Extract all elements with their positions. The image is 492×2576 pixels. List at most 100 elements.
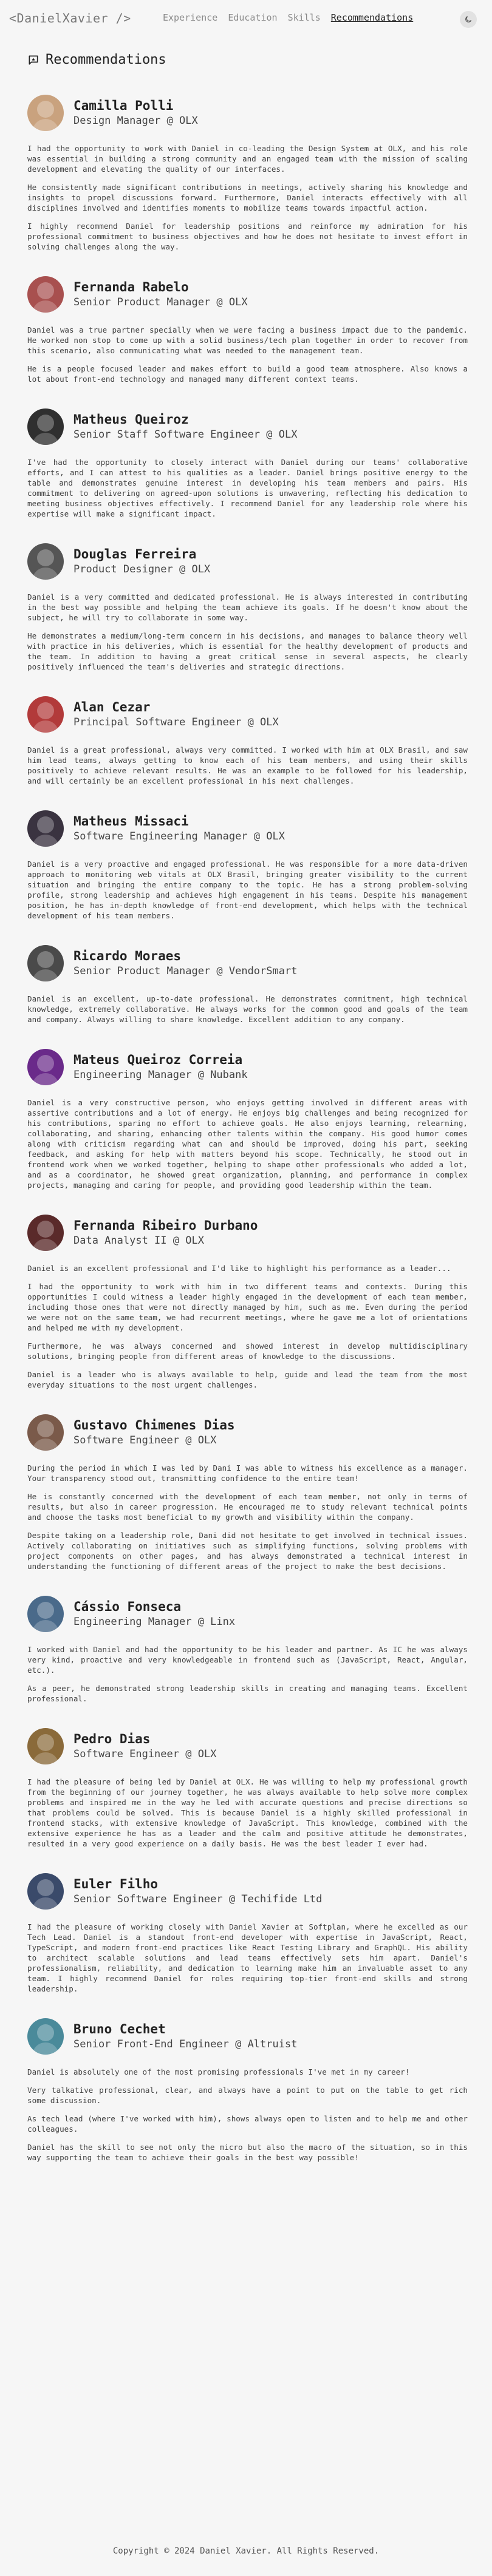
recommender-info: Douglas Ferreira Product Designer @ OLX [73, 546, 210, 577]
recommendation-header: Fernanda Ribeiro Durbano Data Analyst II … [27, 1211, 468, 1255]
recommendation-text: Very talkative professional, clear, and … [27, 2086, 468, 2105]
nav-recommendations[interactable]: Recommendations [331, 12, 413, 23]
recommendation-card: Camilla Polli Design Manager @ OLX I had t… [27, 91, 468, 252]
avatar [27, 543, 64, 580]
recommender-info: Matheus Missaci Software Engineering Mana… [73, 813, 285, 844]
recommender-role: Principal Software Engineer @ OLX [73, 716, 279, 728]
recommendation-text: I had the pleasure of being led by Danie… [27, 1777, 468, 1848]
recommender-role: Data Analyst II @ OLX [73, 1235, 204, 1247]
recommender-info: Fernanda Ribeiro Durbano Data Analyst II … [73, 1218, 258, 1248]
recommender-info: Camilla Polli Design Manager @ OLX [73, 98, 198, 128]
recommendation-text: I worked with Daniel and had the opportu… [27, 1645, 468, 1675]
avatar [27, 696, 64, 733]
main-nav: Experience Education Skills Recommendati… [163, 12, 413, 23]
recommendation-card: Matheus Missaci Software Engineering Mana… [27, 807, 468, 921]
recommender-info: Cássio Fonseca Engineering Manager @ Linx [73, 1599, 235, 1629]
avatar [27, 1414, 64, 1451]
recommender-name: Alan Cezar [73, 700, 151, 714]
recommendation-header: Camilla Polli Design Manager @ OLX [27, 91, 468, 135]
recommender-name: Gustavo Chimenes Dias [73, 1418, 235, 1432]
recommendation-header: Bruno Cechet Senior Front-End Engineer @ … [27, 2015, 468, 2058]
avatar [27, 408, 64, 445]
recommendation-text: Daniel is a very committed and dedicated… [27, 592, 468, 622]
avatar [27, 2018, 64, 2055]
recommendation-text: As tech lead (where I've worked with him… [27, 2114, 468, 2134]
recommendation-card: Ricardo Moraes Senior Product Manager @ V… [27, 941, 468, 1025]
recommender-name: Pedro Dias [73, 1732, 151, 1746]
recommendation-text: Daniel has the skill to see not only the… [27, 2143, 468, 2162]
recommendation-text: He consistently made significant contrib… [27, 183, 468, 212]
recommender-role: Design Manager @ OLX [73, 115, 198, 127]
avatar [27, 1215, 64, 1251]
recommender-role: Engineering Manager @ Nubank [73, 1069, 248, 1081]
recommender-role: Senior Product Manager @ OLX [73, 296, 248, 308]
recommendation-text: Daniel was a true partner specially when… [27, 325, 468, 355]
recommendation-text: I highly recommend Daniel for leadership… [27, 222, 468, 251]
avatar [27, 945, 64, 981]
nav-education[interactable]: Education [228, 12, 277, 23]
recommender-role: Senior Product Manager @ VendorSmart [73, 965, 298, 977]
recommendation-card: Bruno Cechet Senior Front-End Engineer @ … [27, 2015, 468, 2163]
recommendation-header: Alan Cezar Principal Software Engineer @ … [27, 693, 468, 736]
recommendation-header: Matheus Missaci Software Engineering Mana… [27, 807, 468, 850]
recommendation-text: Despite taking on a leadership role, Dan… [27, 1531, 468, 1571]
recommender-info: Matheus Queiroz Senior Staff Software Eng… [73, 412, 297, 442]
recommendation-text: Daniel is absolutely one of the most pro… [27, 2067, 410, 2076]
recommendations-list: Camilla Polli Design Manager @ OLX I had t… [27, 91, 468, 2183]
recommendation-card: Alan Cezar Principal Software Engineer @ … [27, 693, 468, 786]
recommendation-header: Cássio Fonseca Engineering Manager @ Linx [27, 1592, 468, 1636]
recommender-info: Mateus Queiroz Correia Engineering Manage… [73, 1052, 248, 1082]
site-header: <DanielXavier /> Experience Education Sk… [0, 0, 492, 35]
recommender-info: Ricardo Moraes Senior Product Manager @ V… [73, 948, 297, 978]
recommendation-text: During the period in which I was led by … [27, 1463, 468, 1483]
recommendation-text: Daniel is a very proactive and engaged p… [27, 859, 468, 920]
recommender-role: Product Designer @ OLX [73, 563, 211, 575]
recommender-name: Matheus Missaci [73, 814, 189, 829]
recommender-role: Software Engineering Manager @ OLX [73, 830, 285, 842]
recommender-name: Matheus Queiroz [73, 412, 189, 427]
recommender-info: Bruno Cechet Senior Front-End Engineer @ … [73, 2021, 297, 2052]
message-square-icon [29, 55, 38, 64]
recommendation-text: I had the pleasure of working closely wi… [27, 1922, 468, 1993]
recommendation-card: Fernanda Rabelo Senior Product Manager @ … [27, 273, 468, 384]
recommender-name: Mateus Queiroz Correia [73, 1052, 243, 1067]
avatar [27, 1728, 64, 1764]
recommendation-text: As a peer, he demonstrated strong leader… [27, 1684, 468, 1703]
recommendation-text: I had the opportunity to work with him i… [27, 1282, 468, 1332]
recommender-info: Alan Cezar Principal Software Engineer @ … [73, 699, 279, 730]
recommendation-header: Matheus Queiroz Senior Staff Software Eng… [27, 405, 468, 449]
recommendation-card: Matheus Queiroz Senior Staff Software Eng… [27, 405, 468, 519]
recommendation-text: Daniel is a leader who is always availab… [27, 1370, 468, 1389]
recommender-role: Software Engineer @ OLX [73, 1748, 217, 1760]
recommendation-card: Douglas Ferreira Product Designer @ OLX Da… [27, 540, 468, 672]
recommendation-header: Euler Filho Senior Software Engineer @ Te… [27, 1869, 468, 1913]
recommendation-text: Furthermore, he was always concerned and… [27, 1341, 468, 1361]
avatar [27, 810, 64, 847]
recommendation-text: Daniel is an excellent, up-to-date profe… [27, 994, 468, 1024]
recommender-info: Euler Filho Senior Software Engineer @ Te… [73, 1876, 322, 1907]
section-title: Recommendations [46, 52, 166, 67]
nav-experience[interactable]: Experience [163, 12, 217, 23]
recommender-info: Gustavo Chimenes Dias Software Engineer @… [73, 1417, 235, 1448]
recommender-name: Fernanda Ribeiro Durbano [73, 1218, 258, 1233]
recommender-role: Senior Staff Software Engineer @ OLX [73, 429, 298, 441]
recommendation-text: I've had the opportunity to closely inte… [27, 458, 468, 518]
recommender-name: Fernanda Rabelo [73, 280, 189, 294]
recommendation-text: Daniel is a very constructive person, wh… [27, 1098, 468, 1190]
theme-toggle-button[interactable] [460, 11, 477, 28]
recommendation-header: Mateus Queiroz Correia Engineering Manage… [27, 1045, 468, 1089]
recommendation-text: Daniel is an excellent professional and … [27, 1264, 451, 1273]
recommendation-card: Gustavo Chimenes Dias Software Engineer @… [27, 1411, 468, 1571]
avatar [27, 1873, 64, 1910]
nav-skills[interactable]: Skills [288, 12, 321, 23]
recommendation-header: Ricardo Moraes Senior Product Manager @ V… [27, 941, 468, 985]
site-logo[interactable]: <DanielXavier /> [9, 11, 131, 25]
recommendation-text: He demonstrates a medium/long-term conce… [27, 631, 468, 671]
recommender-name: Cássio Fonseca [73, 1599, 182, 1614]
footer-copyright: Copyright © 2024 Daniel Xavier. All Righ… [112, 2546, 380, 2556]
recommendation-card: Mateus Queiroz Correia Engineering Manage… [27, 1045, 468, 1190]
recommender-name: Ricardo Moraes [73, 949, 182, 963]
recommender-name: Douglas Ferreira [73, 547, 197, 561]
recommender-role: Senior Software Engineer @ Techifide Ltd [73, 1893, 323, 1905]
recommender-name: Bruno Cechet [73, 2022, 166, 2036]
